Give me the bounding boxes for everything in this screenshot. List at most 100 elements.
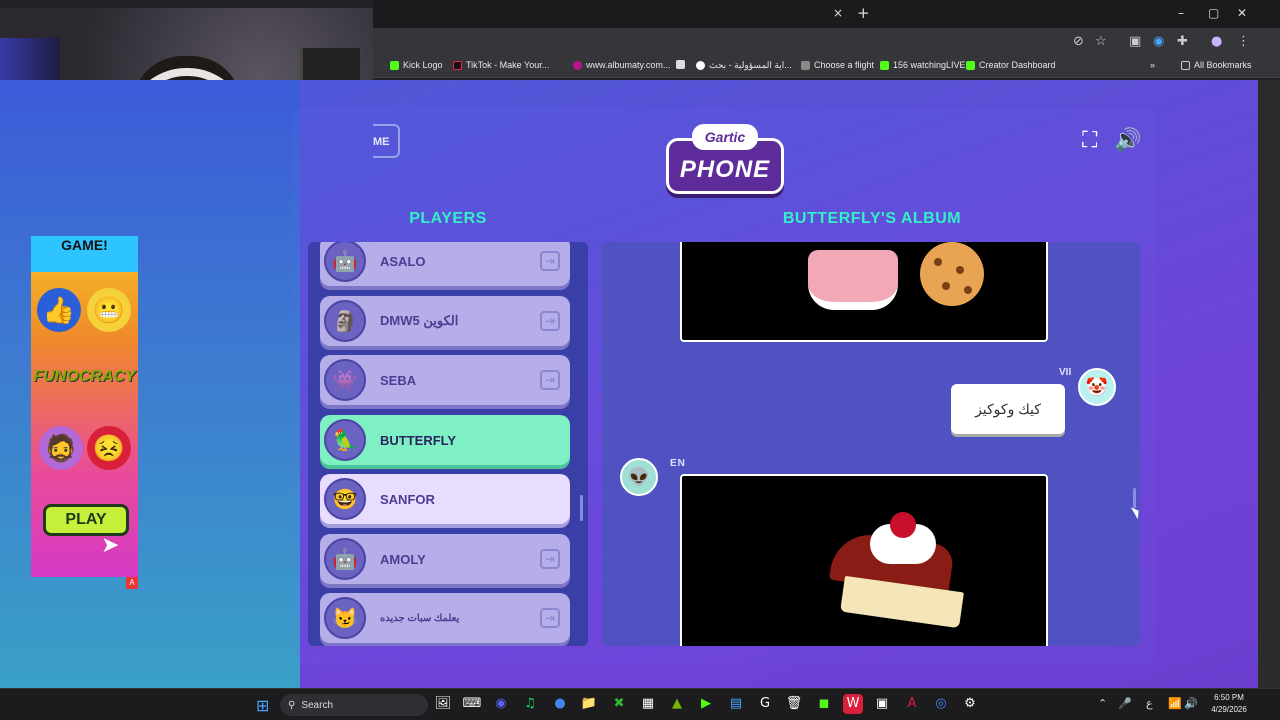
extensions-puzzle-icon[interactable]: ✚ [1177,34,1188,49]
tray-chevron-icon[interactable]: ⌃ [1098,697,1107,710]
player-name: BUTTERFLY [380,432,457,448]
clock-time: 6:50 PM [1214,693,1244,702]
robot-avatar-icon: 🤖 [324,242,366,282]
bookmarks-bar: Kick Logo TikTok - Make Your... www.albu… [373,56,1280,78]
players-scrollbar[interactable] [580,495,583,521]
guess-bubble: كيك وكوكيز [951,384,1065,434]
players-list: 🤖 ASALO ⇥ 🗿 DMW5 الكوين ⇥ 👾 SEBA ⇥ 🦜 BUT… [308,242,588,646]
player-seba[interactable]: 👾 SEBA ⇥ [320,355,570,405]
ad-headline: GAME! [31,236,138,272]
search-label: Search [301,699,334,711]
app-icon[interactable]: ◼ [814,694,834,714]
app-icon[interactable]: A [902,694,922,714]
profile-avatar[interactable]: ● [1211,34,1222,49]
fullscreen-icon[interactable]: ⛶ [1082,128,1097,153]
player-dmw5[interactable]: 🗿 DMW5 الكوين ⇥ [320,296,570,346]
sound-icon[interactable]: 🔊 [1114,128,1141,153]
bookmark-star-icon[interactable]: ☆ [1095,34,1107,49]
thumbs-up-icon: 👍 [37,288,81,332]
page-scrollbar[interactable] [1258,80,1280,688]
bird-avatar-icon: 🦜 [324,419,366,461]
menu-kebab-icon[interactable]: ⋮ [1237,34,1250,49]
ad-choices-badge[interactable]: A [126,577,138,589]
player-asalo[interactable]: 🤖 ASALO ⇥ [320,242,570,286]
nvidia-icon[interactable]: ▲ [667,694,687,714]
bookmark-creator-dashboard[interactable]: Creator Dashboard [966,60,1056,70]
capcut-icon[interactable]: ▣ [872,694,892,714]
kick-icon [966,60,975,70]
bookmark-watching-live[interactable]: 156 watchingLIVE [880,60,966,70]
kick-icon [880,60,889,70]
player-name: SANFOR [380,491,435,507]
cat-avatar-icon: 😼 [324,597,366,639]
folder-icon[interactable]: 📁 [579,694,599,714]
restore-icon[interactable]: ▢ [1208,6,1219,20]
hide-icon[interactable]: ⊘ [1073,34,1084,49]
clock-date: 4/29/2026 [1211,705,1247,714]
screenshot-icon[interactable]: ▣ [1129,34,1141,49]
settings-gear-icon[interactable]: ⚙ [960,694,980,714]
app-icon[interactable]: W [843,694,863,714]
home-button[interactable]: ME [373,124,400,158]
ad-brand: FUNOCRACY [33,368,136,385]
drawing-author: EN [670,458,686,469]
extension-icon[interactable]: ◉ [1153,34,1164,49]
bubble-author: VII [1059,367,1072,378]
tab-strip: × + – ▢ ✕ [373,0,1280,28]
chrome-active-icon[interactable]: ◎ [931,694,951,714]
bookmark-albumaty[interactable]: www.albumaty.com... [573,60,670,70]
ad-banner[interactable]: GAME! 👍 😬 FUNOCRACY 🧔 😣 PLAY ➤ [31,236,138,577]
google-icon [696,61,705,70]
player-amoly[interactable]: 🤖 AMOLY ⇥ [320,534,570,584]
bookmark-download[interactable] [676,60,689,69]
clown-avatar-icon: 🤡 [1078,368,1116,406]
all-bookmarks[interactable]: All Bookmarks [1181,60,1252,70]
mic-icon[interactable]: 🎤 [1118,697,1132,710]
volume-icon[interactable]: 🔊 [1184,697,1198,710]
tiktok-icon [453,60,462,70]
player-sanfor[interactable]: 🤓 SANFOR [320,474,570,524]
spotify-icon[interactable]: ♫ [520,694,540,714]
player-name: DMW5 الكوين [380,313,459,328]
player-action-icon[interactable]: ⇥ [540,549,560,569]
cookie [920,242,984,306]
wifi-icon[interactable]: 📶 [1168,697,1182,710]
bookmark-kick-logo[interactable]: Kick Logo [390,60,443,70]
taskbar-clock[interactable]: 6:50 PM 4/29/2026 [1204,692,1254,716]
language-icon[interactable]: ع [1146,697,1153,710]
angry-face-icon: 😣 [87,426,131,470]
taskbar-search[interactable]: ⚲ Search [280,694,428,716]
taskbar-app-icon[interactable]: 🖼 [433,694,453,714]
app-icon[interactable]: ▤ [726,694,746,714]
totem-avatar-icon: 🗿 [324,300,366,342]
bookmark-google-search[interactable]: اية المسؤولية - بحث... [696,60,792,71]
store-icon[interactable]: ▦ [638,694,658,714]
cherry [890,512,916,538]
minimize-icon[interactable]: – [1178,6,1184,20]
bookmark-tiktok[interactable]: TikTok - Make Your... [453,60,549,70]
player-arabic-name[interactable]: 😼 يعلمك سبات جديده ⇥ [320,593,570,643]
character-icon: 🧔 [39,426,83,470]
discord-icon[interactable]: ◉ [491,694,511,714]
recycle-icon[interactable]: 🗑 [784,694,804,714]
xbox-icon[interactable]: ✖ [609,694,629,714]
chrome-icon[interactable]: ● [550,694,570,714]
search-icon: ⚲ [288,699,296,711]
taskbar-app-icon[interactable]: ⌨ [462,694,482,714]
kick-app-icon[interactable]: ▶ [696,694,716,714]
start-icon[interactable]: ⊞ [256,696,269,715]
player-action-icon[interactable]: ⇥ [540,608,560,628]
album-feed: VII 🤡 كيك وكوكيز 👽 EN [602,242,1140,646]
player-action-icon[interactable]: ⇥ [540,251,560,271]
page-icon [801,60,810,70]
tab-close-icon[interactable]: × [833,6,843,20]
bookmarks-more-icon[interactable]: » [1150,60,1155,70]
player-action-icon[interactable]: ⇥ [540,311,560,331]
close-window-icon[interactable]: ✕ [1237,6,1247,20]
player-butterfly[interactable]: 🦜 BUTTERFLY [320,415,570,465]
character-icon: 😬 [87,288,131,332]
player-action-icon[interactable]: ⇥ [540,370,560,390]
new-tab-icon[interactable]: + [857,4,870,22]
bookmark-choose-flight[interactable]: Choose a flight [801,60,874,70]
app-icon[interactable]: G [755,694,775,714]
